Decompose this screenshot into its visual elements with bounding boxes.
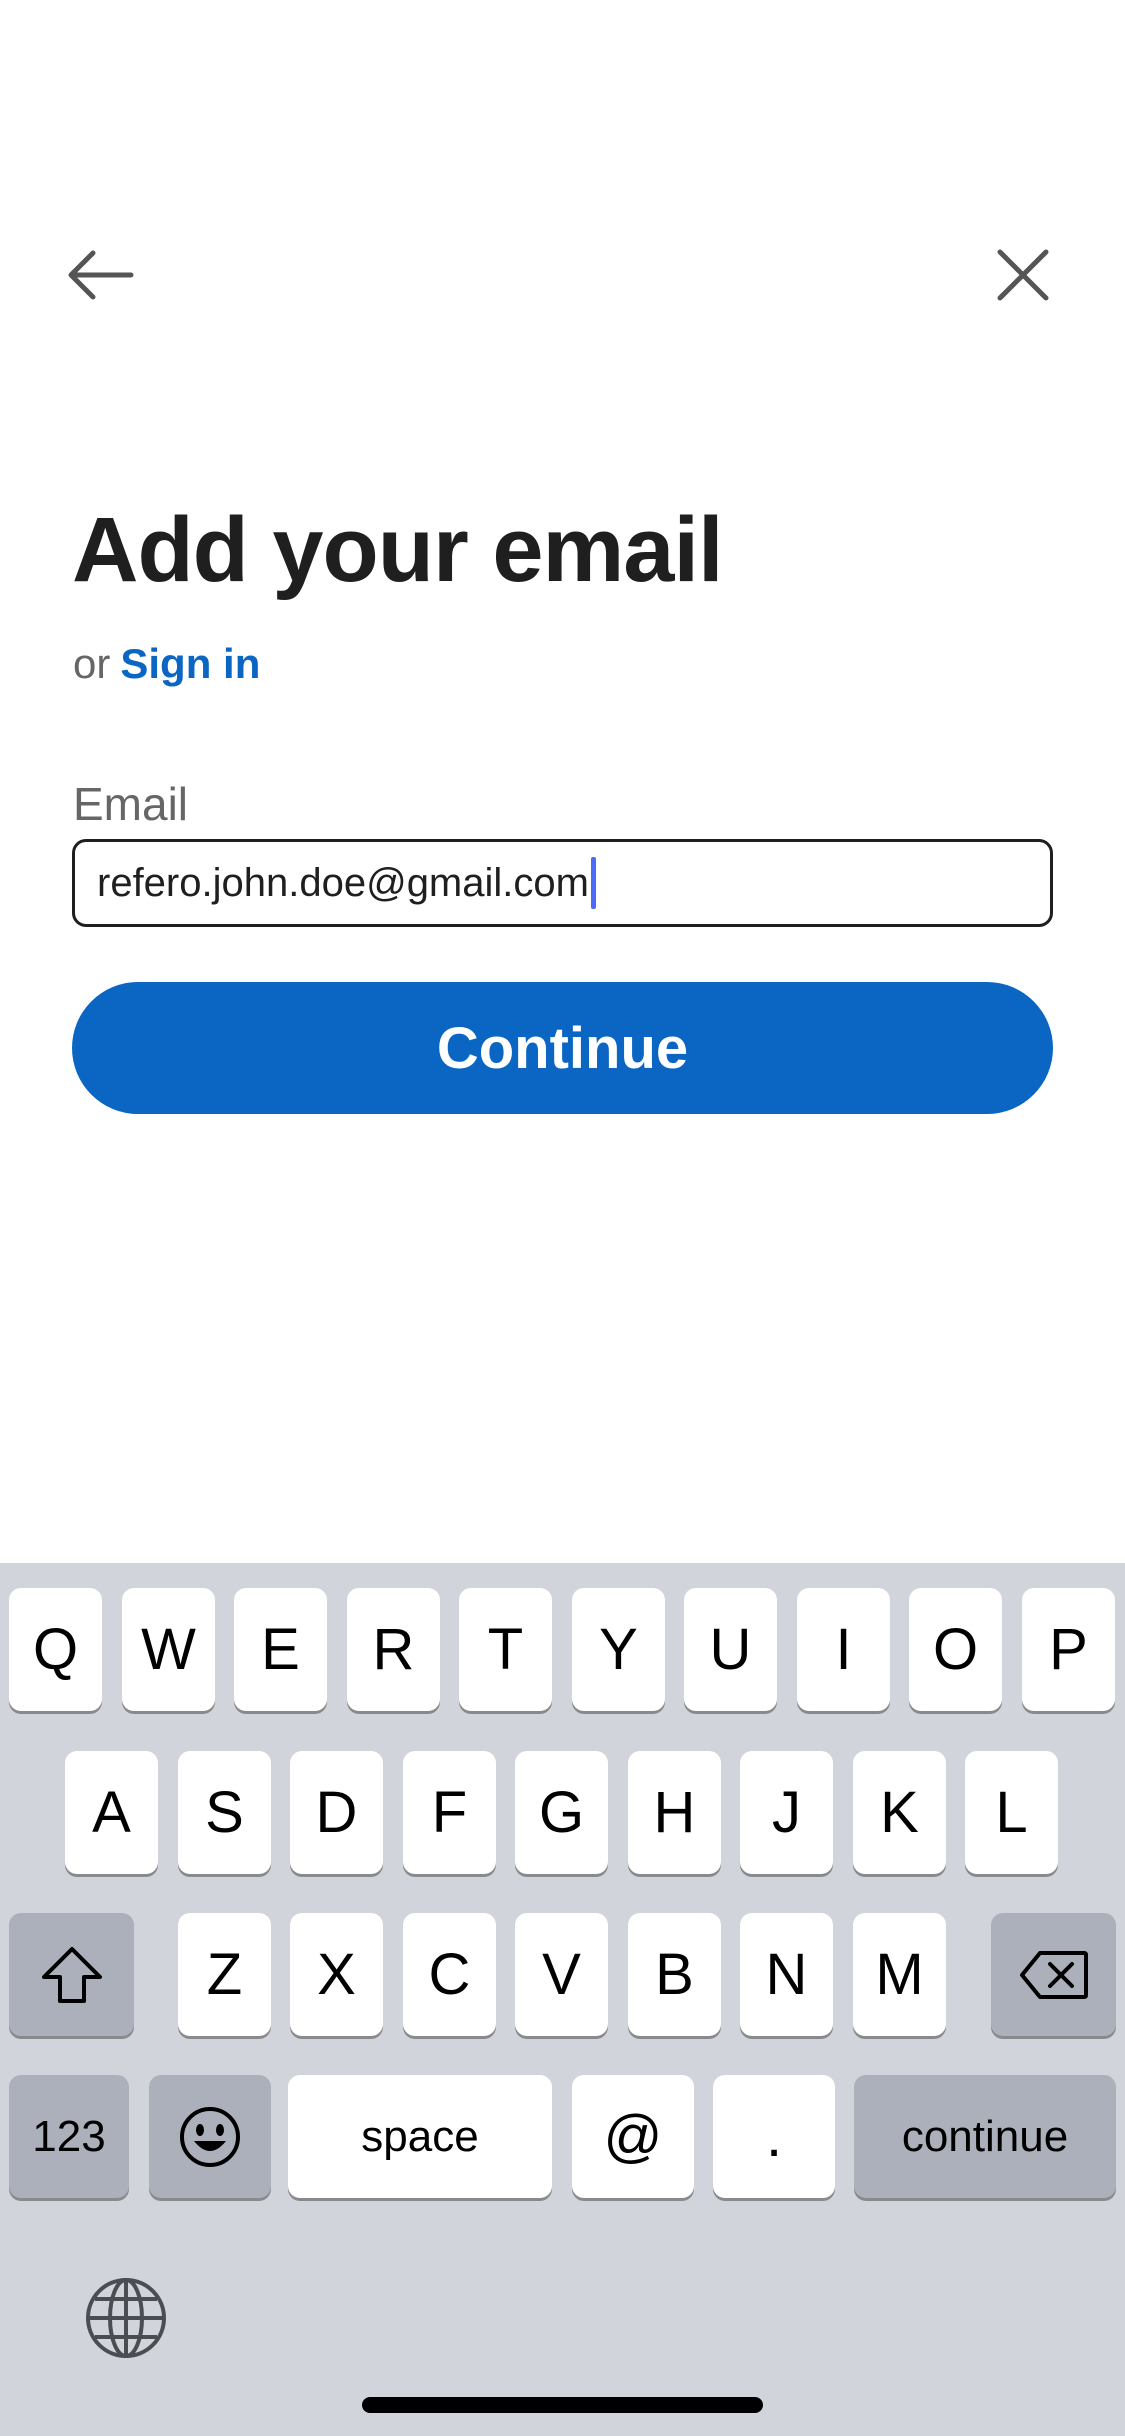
- emoji-icon: [180, 2106, 240, 2167]
- key-e[interactable]: E: [234, 1588, 327, 1711]
- key-d[interactable]: D: [290, 1751, 383, 1874]
- key-o[interactable]: O: [909, 1588, 1002, 1711]
- numbers-key[interactable]: 123: [9, 2075, 129, 2198]
- sign-in-prompt: or Sign in: [73, 640, 260, 688]
- key-r[interactable]: R: [347, 1588, 440, 1711]
- at-key[interactable]: @: [572, 2075, 694, 2198]
- key-b[interactable]: B: [628, 1913, 721, 2036]
- key-i[interactable]: I: [797, 1588, 890, 1711]
- key-l[interactable]: L: [965, 1751, 1058, 1874]
- delete-key[interactable]: [991, 1913, 1116, 2036]
- key-c[interactable]: C: [403, 1913, 496, 2036]
- email-field[interactable]: refero.john.doe@gmail.com: [72, 839, 1053, 927]
- key-h[interactable]: H: [628, 1751, 721, 1874]
- globe-button[interactable]: [83, 2275, 169, 2361]
- key-s[interactable]: S: [178, 1751, 271, 1874]
- key-p[interactable]: P: [1022, 1588, 1115, 1711]
- key-u[interactable]: U: [684, 1588, 777, 1711]
- key-n[interactable]: N: [740, 1913, 833, 2036]
- key-t[interactable]: T: [459, 1588, 552, 1711]
- key-w[interactable]: W: [122, 1588, 215, 1711]
- email-value: refero.john.doe@gmail.com: [97, 860, 589, 905]
- home-indicator: [362, 2397, 763, 2413]
- shift-icon: [41, 1946, 102, 2003]
- backspace-icon: [1019, 1950, 1088, 1999]
- key-z[interactable]: Z: [178, 1913, 271, 2036]
- sign-in-link[interactable]: Sign in: [120, 640, 260, 687]
- continue-button[interactable]: Continue: [72, 982, 1053, 1114]
- key-v[interactable]: V: [515, 1913, 608, 2036]
- key-y[interactable]: Y: [572, 1588, 665, 1711]
- key-q[interactable]: Q: [9, 1588, 102, 1711]
- globe-icon: [86, 2278, 166, 2358]
- key-g[interactable]: G: [515, 1751, 608, 1874]
- close-icon: [997, 249, 1049, 301]
- return-key[interactable]: continue: [854, 2075, 1116, 2198]
- key-j[interactable]: J: [740, 1751, 833, 1874]
- space-key[interactable]: space: [288, 2075, 552, 2198]
- text-caret: [590, 857, 596, 909]
- shift-key[interactable]: [9, 1913, 134, 2036]
- page-title: Add your email: [72, 499, 724, 601]
- alt-prefix: or: [73, 640, 111, 687]
- key-m[interactable]: M: [853, 1913, 946, 2036]
- key-x[interactable]: X: [290, 1913, 383, 2036]
- close-button[interactable]: [978, 230, 1068, 320]
- dot-key[interactable]: .: [713, 2075, 835, 2198]
- key-f[interactable]: F: [403, 1751, 496, 1874]
- back-button[interactable]: [55, 230, 145, 320]
- arrow-left-icon: [68, 250, 134, 300]
- emoji-key[interactable]: [149, 2075, 271, 2198]
- key-a[interactable]: A: [65, 1751, 158, 1874]
- key-k[interactable]: K: [853, 1751, 946, 1874]
- email-label: Email: [73, 778, 189, 830]
